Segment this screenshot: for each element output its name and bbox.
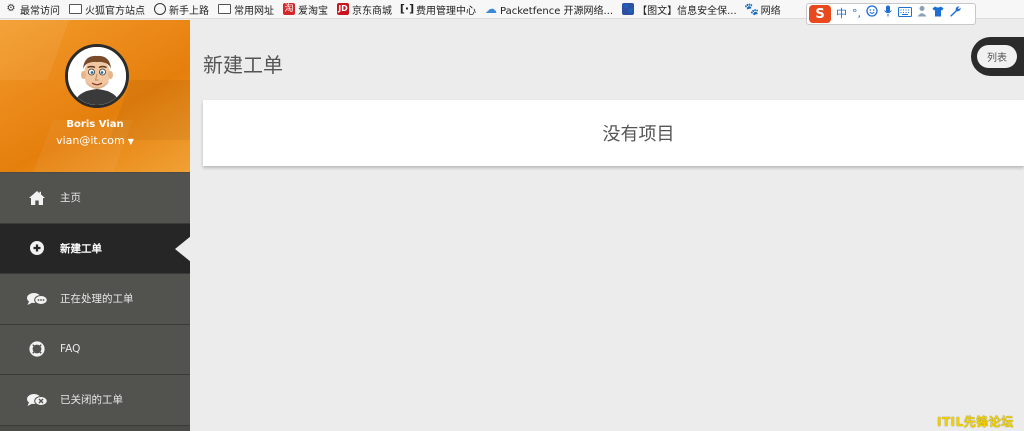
cost-icon: [·] <box>399 2 415 15</box>
keyboard-icon[interactable] <box>898 5 912 23</box>
sidebar-item-closed[interactable]: 已关闭的工单 <box>0 375 190 426</box>
ime-punctuation[interactable]: °, <box>852 5 861 23</box>
home-icon <box>26 190 48 206</box>
bookmark-jd[interactable]: JD 京东商城 <box>332 0 396 18</box>
baidu-icon: 🐾 <box>744 2 760 16</box>
sidebar-menu: 主页 新建工单 正在处理的工单 FAQ 已关闭的工单 <box>0 173 191 426</box>
bookmark-infosec[interactable]: 🐾 【图文】信息安全保... <box>617 0 741 18</box>
caret-down-icon: ▼ <box>127 137 134 146</box>
empty-message: 没有项目 <box>602 124 675 145</box>
content-panel: 没有项目 <box>203 100 1024 166</box>
bookmark-common-sites[interactable]: 常用网址 <box>213 0 278 18</box>
profile-header: Boris Vian vian@it.com ▼ <box>0 20 190 172</box>
avatar[interactable] <box>65 44 129 108</box>
chat-icon <box>26 291 48 307</box>
lifebuoy-icon <box>26 341 48 357</box>
sidebar-item-faq[interactable]: FAQ <box>0 324 190 375</box>
bookmark-most-visited[interactable]: ⚙ 最常访问 <box>0 0 64 18</box>
profile-email-dropdown[interactable]: vian@it.com ▼ <box>0 134 190 147</box>
page-title: 新建工单 <box>203 53 283 77</box>
avatar-illustration-icon <box>68 47 126 105</box>
taobao-icon: 淘 <box>283 3 295 15</box>
bookmark-packetfence[interactable]: ☁ Packetfence 开源网络... <box>480 0 617 18</box>
profile-name: Boris Vian <box>66 119 124 130</box>
gear-icon: ⚙ <box>6 3 16 14</box>
cloud-icon: ☁ <box>485 2 497 16</box>
background-facet <box>0 20 73 80</box>
folder-icon <box>218 4 231 14</box>
bookmark-getting-started[interactable]: 新手上路 <box>149 0 213 18</box>
sidebar-item-label: 正在处理的工单 <box>60 293 134 306</box>
profile-email: vian@it.com <box>56 134 125 147</box>
ime-mode[interactable]: 中 <box>836 5 847 23</box>
user-icon[interactable] <box>917 5 927 23</box>
bookmark-firefox-sites[interactable]: 火狐官方站点 <box>64 0 149 18</box>
paw-icon: 🐾 <box>622 3 635 15</box>
globe-icon <box>154 3 166 15</box>
bookmark-taobao[interactable]: 淘爱淘宝 <box>278 0 332 18</box>
sidebar: Boris Vian vian@it.com▼ 主页 新建工单 正在处理的工单 <box>0 20 191 431</box>
bookmark-network[interactable]: 🐾 网络 <box>741 0 785 18</box>
sogou-logo-icon[interactable]: S <box>809 5 831 23</box>
skin-icon[interactable] <box>932 5 944 23</box>
sidebar-item-home[interactable]: 主页 <box>0 173 190 224</box>
folder-icon <box>69 4 82 14</box>
sidebar-item-in-progress[interactable]: 正在处理的工单 <box>0 274 190 325</box>
sidebar-item-label: 已关闭的工单 <box>60 394 123 407</box>
sidebar-item-label: FAQ <box>60 343 81 356</box>
list-button[interactable]: 列表 <box>977 45 1017 68</box>
bookmark-cost-center[interactable]: [·] 费用管理中心 <box>396 0 480 18</box>
wrench-icon[interactable] <box>949 5 961 23</box>
ime-toolbar[interactable]: S 中 °, <box>806 3 976 25</box>
chat-closed-icon <box>26 392 48 408</box>
sidebar-item-label: 新建工单 <box>60 242 102 255</box>
microphone-icon[interactable] <box>883 5 893 23</box>
sidebar-item-new-ticket[interactable]: 新建工单 <box>0 223 191 274</box>
plus-circle-icon <box>26 240 48 256</box>
emoji-icon[interactable] <box>866 5 878 23</box>
jd-icon: JD <box>337 3 349 15</box>
watermark: ITIL先锋论坛 <box>937 415 1014 429</box>
sidebar-item-label: 主页 <box>60 192 81 205</box>
